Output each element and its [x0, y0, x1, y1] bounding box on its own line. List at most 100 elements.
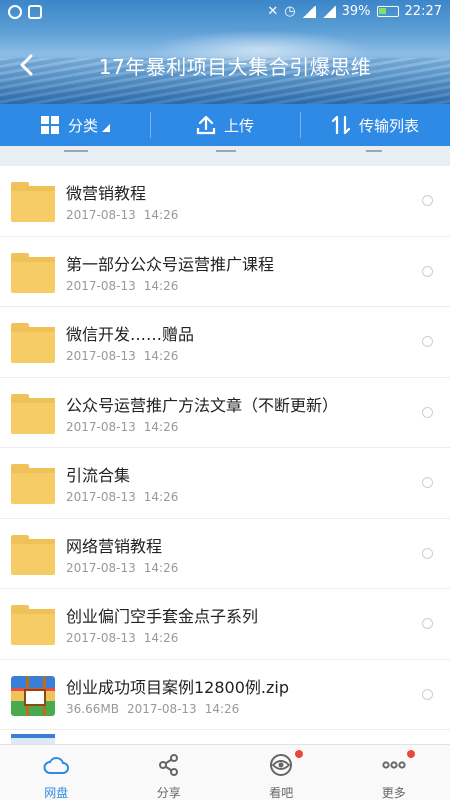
select-radio[interactable]	[422, 477, 433, 488]
eye-icon	[267, 752, 295, 782]
file-row[interactable]: 创业成功项目案例12800例.zip 36.66MB 2017-08-13 14:26	[0, 660, 450, 730]
file-time: 14:26	[204, 701, 240, 716]
file-time: 14:26	[143, 278, 179, 293]
folder-icon	[11, 182, 55, 222]
folder-icon	[11, 464, 55, 504]
notification-icon	[8, 5, 22, 19]
mute-icon: ✕	[267, 4, 279, 19]
file-name: 微信开发……赠品	[66, 325, 195, 344]
nav-item[interactable]: 更多	[338, 745, 450, 800]
file-date: 2017-08-13	[66, 490, 136, 504]
cloud-icon	[42, 752, 70, 782]
file-row[interactable]: 网络营销教程 2017-08-13 14:26	[0, 519, 450, 589]
status-left	[8, 5, 42, 19]
file-meta: 2017-08-13 14:26	[66, 490, 178, 504]
battery-percent: 39%	[341, 4, 371, 19]
nav-item[interactable]: 网盘	[0, 745, 113, 800]
select-radio[interactable]	[422, 336, 433, 347]
status-right: ✕ ◷ 39% 22:27	[267, 4, 442, 19]
grid-icon	[40, 116, 59, 134]
select-radio[interactable]	[422, 195, 433, 206]
file-name: 网络营销教程	[66, 536, 163, 556]
nav-label: 看吧	[269, 786, 294, 800]
file-time: 14:26	[143, 490, 179, 504]
bottom-nav: 网盘 分享 看吧 更多	[0, 744, 450, 800]
hidden-shortcut-strip	[0, 146, 450, 166]
file-name: 第一部分公众号运营推广课程	[66, 254, 275, 274]
file-row[interactable]: 创业偏门空手套金点子系列 2017-08-13 14:26	[0, 589, 450, 660]
file-row[interactable]: 第一部分公众号运营推广课程 2017-08-13 14:26	[0, 237, 450, 307]
select-radio[interactable]	[422, 618, 433, 629]
file-meta: 36.66MB 2017-08-13 14:26	[66, 702, 239, 716]
more-icon	[380, 752, 408, 782]
alarm-icon: ◷	[284, 4, 296, 19]
category-button[interactable]: 分类	[0, 104, 150, 146]
upload-label: 上传	[223, 116, 254, 135]
select-radio[interactable]	[422, 547, 433, 559]
notification-badge	[294, 750, 303, 758]
folder-icon	[11, 605, 55, 645]
file-time: 14:26	[143, 208, 179, 222]
file-name: 公众号运营推广方法文章（不断更新）	[66, 395, 339, 415]
upload-button[interactable]: 上传	[150, 104, 300, 146]
transfer-list-label: 传输列表	[358, 116, 419, 135]
folder-icon	[11, 534, 55, 575]
file-meta: 2017-08-13 14:26	[66, 420, 178, 434]
file-meta: 2017-08-13 14:26	[66, 349, 178, 363]
page-title: 17年暴利项目大集合引爆思维	[98, 55, 372, 79]
select-radio[interactable]	[422, 265, 433, 277]
file-row[interactable]: 引流合集 2017-08-13 14:26	[0, 448, 450, 519]
file-time: 14:26	[143, 560, 179, 575]
file-date: 2017-08-13	[66, 208, 136, 222]
shortcut-icon	[64, 146, 88, 152]
file-name: 创业成功项目案例12800例.zip	[66, 677, 289, 697]
file-row[interactable]: 微营销教程 2017-08-13 14:26	[0, 166, 450, 237]
status-bar: ✕ ◷ 39% 22:27	[0, 0, 450, 26]
battery-icon	[376, 6, 399, 17]
file-date: 2017-08-13	[66, 349, 136, 363]
nav-item[interactable]: 看吧	[225, 745, 338, 800]
file-name: 引流合集	[66, 466, 131, 485]
select-radio[interactable]	[422, 688, 433, 700]
notification-badge	[407, 750, 416, 758]
image-notification-icon	[28, 5, 42, 19]
dropdown-caret-icon	[102, 124, 110, 132]
file-name: 微营销教程	[66, 184, 147, 203]
select-radio[interactable]	[422, 406, 433, 418]
file-date: 2017-08-13	[66, 419, 136, 434]
file-meta: 2017-08-13 14:26	[66, 279, 178, 293]
shortcut-icon	[216, 146, 236, 152]
transfer-arrows-icon	[331, 115, 351, 135]
file-meta: 2017-08-13 14:26	[66, 631, 178, 645]
file-time: 14:26	[143, 349, 179, 363]
zip-archive-icon	[11, 675, 55, 716]
nav-item[interactable]: 分享	[113, 745, 226, 800]
nav-label: 分享	[156, 786, 181, 800]
file-time: 14:26	[143, 631, 179, 645]
action-toolbar: 分类 上传 传输列表	[0, 104, 450, 146]
file-name: 创业偏门空手套金点子系列	[66, 607, 259, 626]
folder-icon	[11, 323, 55, 363]
screen: ✕ ◷ 39% 22:27 17年暴利项目大集合引爆思维 分类 上传 传输列表 …	[0, 0, 450, 800]
signal-icon	[321, 5, 336, 18]
nav-label: 更多	[381, 786, 406, 800]
transfer-list-button[interactable]: 传输列表	[300, 104, 450, 146]
file-size: 36.66MB	[66, 701, 119, 716]
clock: 22:27	[404, 4, 442, 19]
category-label: 分类	[67, 116, 98, 135]
nav-label: 网盘	[44, 786, 69, 800]
wifi-icon	[301, 5, 316, 18]
file-row[interactable]: 微信开发……赠品 2017-08-13 14:26	[0, 307, 450, 378]
file-list: 微营销教程 2017-08-13 14:26 第一部分公众号运营推广课程 2017-08…	[0, 166, 450, 750]
file-row[interactable]: 公众号运营推广方法文章（不断更新） 2017-08-13 14:26	[0, 378, 450, 448]
file-date: 2017-08-13	[66, 631, 136, 645]
file-meta: 2017-08-13 14:26	[66, 208, 178, 222]
folder-icon	[11, 252, 55, 293]
file-date: 2017-08-13	[66, 278, 136, 293]
file-time: 14:26	[143, 419, 179, 434]
folder-icon	[11, 393, 55, 434]
file-meta: 2017-08-13 14:26	[66, 561, 178, 575]
share-icon	[155, 752, 183, 782]
file-date: 2017-08-13	[126, 701, 197, 716]
search-icon	[366, 146, 382, 152]
